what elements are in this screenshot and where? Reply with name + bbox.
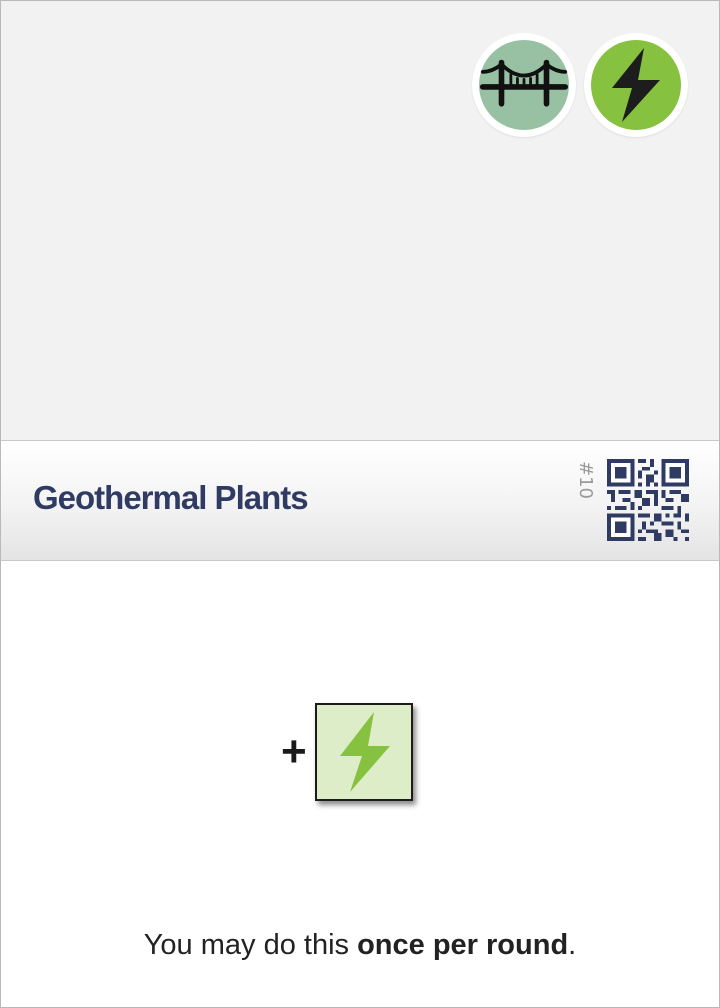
energy-tag: [584, 33, 688, 137]
rule-emphasis: once per round: [357, 929, 569, 961]
title-bar: Geothermal Plants #10: [1, 441, 719, 561]
card-art-area: [1, 1, 719, 441]
game-card: Geothermal Plants #10 + You may do this …: [0, 0, 720, 1008]
card-number: #10: [575, 461, 596, 499]
card-effect: +: [281, 703, 413, 801]
qr-code-icon: [607, 459, 689, 541]
bridge-icon: [479, 59, 569, 107]
plus-sign: +: [281, 727, 307, 776]
tag-row: [472, 33, 688, 137]
energy-resource-box: [314, 703, 413, 801]
lightning-bolt-icon: [612, 48, 660, 122]
card-rule-text: You may do this once per round.: [1, 929, 719, 962]
rule-text: You may do this: [143, 929, 358, 961]
bridge-tag: [472, 33, 576, 137]
rule-end: .: [568, 929, 577, 961]
lightning-bolt-icon: [339, 712, 390, 792]
card-title: Geothermal Plants: [33, 479, 309, 516]
